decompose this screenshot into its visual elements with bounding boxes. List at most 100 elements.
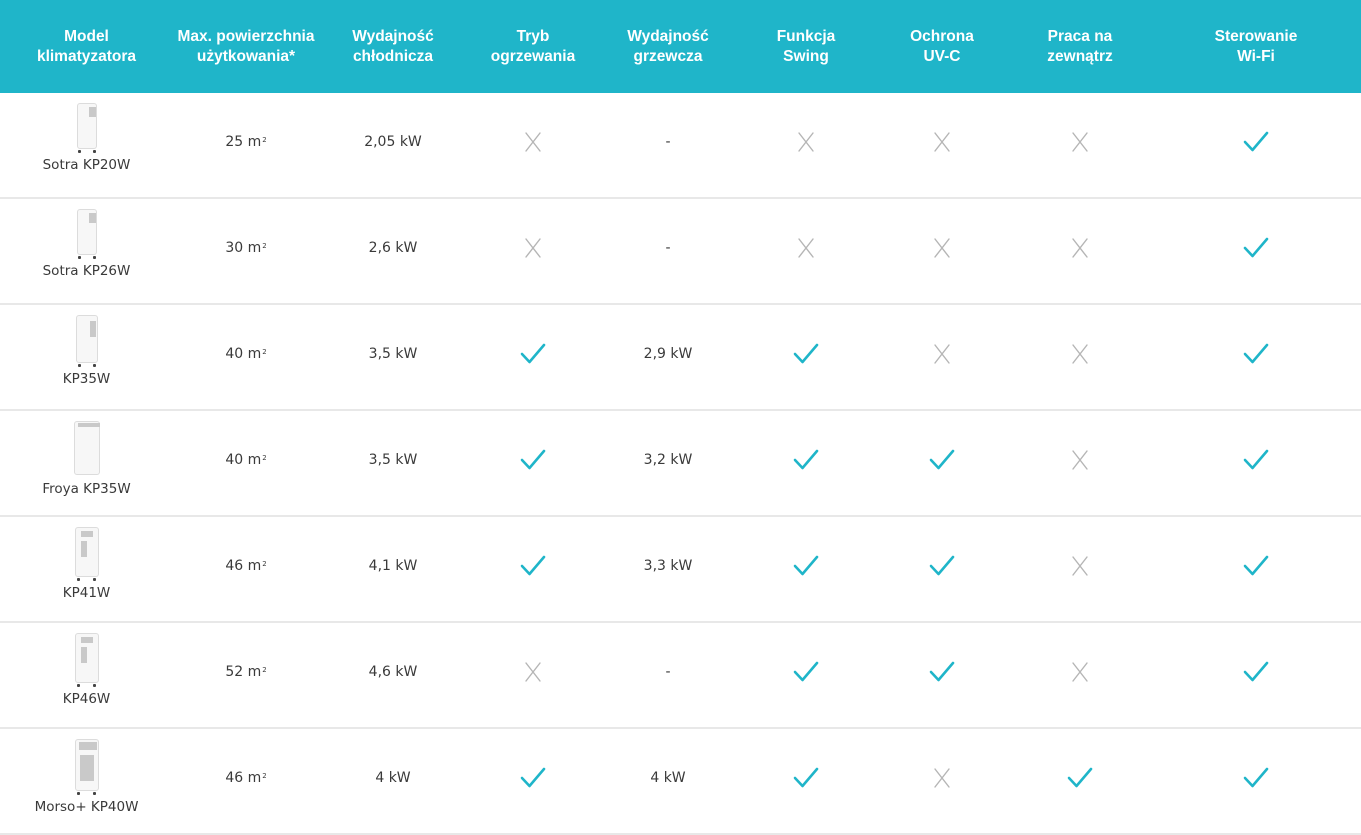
cooling-cell: 3,5 kW [319, 305, 467, 409]
header-line: zewnątrz [1047, 47, 1113, 65]
cooling-value: 4 kW [375, 770, 411, 786]
cross-icon [524, 661, 542, 683]
header-line: Praca na [1047, 27, 1113, 45]
uvc-cell [875, 517, 1009, 621]
header-area: Max. powierzchnia użytkowania* [173, 0, 319, 93]
area-value: 46 m [225, 770, 262, 786]
outdoor-cell [1009, 93, 1151, 197]
cooling-value: 2,6 kW [368, 240, 418, 256]
check-icon [520, 449, 546, 471]
wifi-cell [1151, 517, 1361, 621]
table-row: Morso+ KP40W 46 m2 4 kW 4 kW [0, 729, 1361, 835]
table-row: KP35W 40 m 2 3,5 kW 2,9 kW [0, 305, 1361, 411]
heating-mode-cell [467, 517, 599, 621]
cross-icon [933, 343, 951, 365]
swing-cell [737, 199, 875, 303]
check-icon [929, 661, 955, 683]
header-wifi: Sterowanie Wi-Fi [1151, 0, 1361, 93]
area-cell: 46 m2 [173, 517, 319, 621]
heating-cell: - [599, 199, 737, 303]
area-value: 40 m [225, 346, 262, 362]
header-line: Wydajność [627, 27, 709, 45]
uvc-cell [875, 93, 1009, 197]
area-unit-sup: 2 [262, 559, 267, 568]
heating-value: - [665, 664, 671, 680]
cooling-cell: 2,05 kW [319, 93, 467, 197]
cooling-cell: 3,5 kW [319, 411, 467, 515]
model-name: Froya KP35W [42, 481, 131, 497]
wifi-cell [1151, 729, 1361, 833]
model-cell: KP41W [0, 517, 173, 621]
swing-cell [737, 305, 875, 409]
header-line: Wi-Fi [1237, 47, 1275, 65]
cooling-value: 3,5 kW [368, 452, 418, 468]
check-icon [793, 343, 819, 365]
header-model: Model klimatyzatora [0, 0, 173, 93]
area-unit-sup: 2 [262, 135, 267, 144]
uvc-cell [875, 199, 1009, 303]
cross-icon [524, 237, 542, 259]
cross-icon [797, 131, 815, 153]
model-cell: Sotra KP26W [0, 199, 173, 303]
cooling-value: 3,5 kW [368, 346, 418, 362]
check-icon [1243, 555, 1269, 577]
table-row: Sotra KP20W 25 m 2 2,05 kW - [0, 93, 1361, 199]
check-icon [793, 767, 819, 789]
model-name: KP35W [62, 371, 111, 387]
wifi-cell [1151, 623, 1361, 727]
model-cell: Froya KP35W [0, 411, 173, 515]
cross-icon [797, 237, 815, 259]
swing-cell [737, 93, 875, 197]
area-cell: 46 m2 [173, 729, 319, 833]
cross-icon [1071, 555, 1089, 577]
header-line: UV-C [923, 47, 961, 65]
cross-icon [933, 767, 951, 789]
header-line: Funkcja [776, 27, 836, 45]
heating-mode-cell [467, 305, 599, 409]
check-icon [793, 661, 819, 683]
cross-icon [524, 131, 542, 153]
morso-unit-image [73, 739, 101, 795]
table-row: Froya KP35W 40 m 2 3,5 kW 3,2 kW [0, 411, 1361, 517]
cross-icon [933, 237, 951, 259]
header-line: Swing [783, 47, 829, 65]
swing-cell [737, 729, 875, 833]
outdoor-cell [1009, 517, 1151, 621]
check-icon [520, 555, 546, 577]
check-icon [1243, 661, 1269, 683]
heating-value: 3,3 kW [643, 558, 693, 574]
header-line: użytkowania* [196, 47, 296, 65]
check-icon [929, 449, 955, 471]
header-line: klimatyzatora [36, 47, 137, 65]
cross-icon [1071, 131, 1089, 153]
table-row: KP41W 46 m 2 4,1 kW 3,3 kW [0, 517, 1361, 623]
area-unit-sup: 2 [262, 453, 267, 462]
area-value: 52 m [225, 664, 262, 680]
outdoor-cell [1009, 623, 1151, 727]
heating-value: - [665, 240, 671, 256]
area-unit-sup: 2 [262, 665, 267, 674]
check-icon [793, 449, 819, 471]
model-cell: KP46W [0, 623, 173, 727]
header-line: Max. powierzchnia [177, 27, 315, 45]
kp41-unit-image [72, 527, 102, 581]
area-value: 46 m [225, 558, 262, 574]
header-line: Tryb [516, 27, 550, 45]
header-heating-mode: Tryb ogrzewania [467, 0, 599, 93]
cross-icon [1071, 661, 1089, 683]
area-cell: 40 m2 [173, 411, 319, 515]
heating-value: - [665, 134, 671, 150]
header-line: chłodnicza [352, 47, 434, 65]
header-line: ogrzewania [490, 47, 576, 65]
cooling-cell: 2,6 kW [319, 199, 467, 303]
cross-icon [1071, 343, 1089, 365]
outdoor-cell [1009, 729, 1151, 833]
table-row: Sotra KP26W 30 m 2 2,6 kW - [0, 199, 1361, 305]
sotra-unit-image [74, 103, 100, 153]
cooling-cell: 4,1 kW [319, 517, 467, 621]
area-unit-sup: 2 [262, 241, 267, 250]
swing-cell [737, 411, 875, 515]
outdoor-cell [1009, 305, 1151, 409]
heating-value: 3,2 kW [643, 452, 693, 468]
model-name: Sotra KP26W [42, 263, 131, 279]
